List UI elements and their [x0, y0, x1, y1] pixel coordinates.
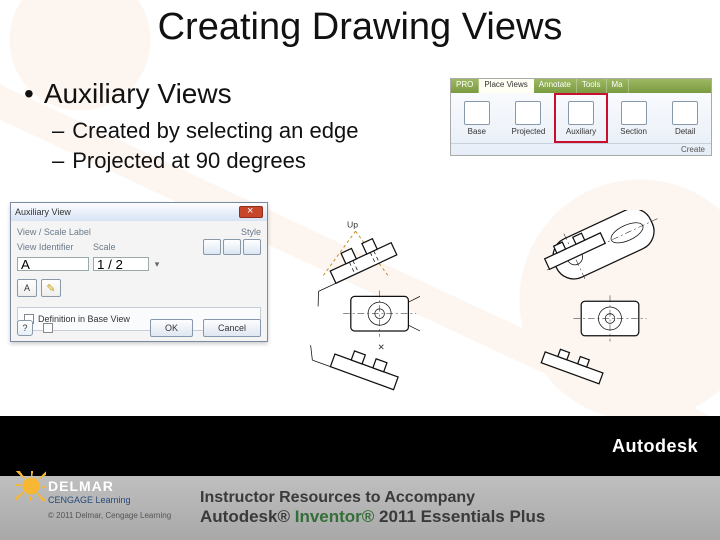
help-icon[interactable]: ? — [17, 320, 33, 336]
subbullet-edge: Created by selecting an edge — [52, 118, 358, 144]
edit-view-label-icon[interactable] — [41, 279, 61, 297]
footer-gray-bar: DELMAR CENGAGE Learning © 2011 Delmar, C… — [0, 476, 720, 540]
delmar-block: DELMAR CENGAGE Learning © 2011 Delmar, C… — [20, 475, 171, 520]
delmar-sun-icon — [20, 475, 42, 497]
label-up: Up — [347, 219, 358, 229]
dialog-title: Auxiliary View — [15, 207, 71, 217]
tab-place-views[interactable]: Place Views — [479, 79, 533, 93]
footer-line1: Instructor Resources to Accompany — [200, 489, 545, 507]
footer-black-bar: Autodesk — [0, 416, 720, 476]
footer-line2: Autodesk® Inventor® 2011 Essentials Plus — [200, 507, 545, 527]
footer-essentials: Essentials Plus — [421, 507, 546, 526]
view-identifier-input[interactable] — [17, 257, 89, 271]
footer-title-block: Instructor Resources to Accompany Autode… — [200, 489, 545, 527]
ribbon-btn-auxiliary[interactable]: Auxiliary — [554, 93, 608, 143]
ribbon-btn-projected[interactable]: Projected — [503, 93, 555, 143]
ribbon-label-projected: Projected — [511, 127, 545, 136]
ribbon-panel-name: Create — [451, 143, 711, 155]
autodesk-logo-text: Autodesk — [612, 436, 698, 457]
group-view-scale-label: View / Scale Label — [17, 227, 91, 237]
ribbon-tabs: PRO Place Views Annotate Tools Ma — [451, 79, 711, 93]
toggle-label-visibility-icon[interactable]: A — [17, 279, 37, 297]
tab-ma[interactable]: Ma — [607, 79, 629, 93]
copyright-text: © 2011 Delmar, Cengage Learning — [48, 511, 171, 520]
style-hidden-line-icon[interactable] — [203, 239, 221, 255]
ribbon-label-base: Base — [468, 127, 486, 136]
subbullet-90deg: Projected at 90 degrees — [52, 148, 306, 174]
label-scale: Scale — [93, 242, 133, 252]
style-hidden-removed-icon[interactable] — [223, 239, 241, 255]
scale-input[interactable] — [93, 257, 149, 271]
tab-annotate[interactable]: Annotate — [534, 79, 577, 93]
bullet-auxiliary-views: Auxiliary Views — [24, 78, 232, 110]
footer-autodesk-word: Autodesk® — [200, 507, 295, 526]
ribbon-label-detail: Detail — [675, 127, 695, 136]
style-shaded-icon[interactable] — [243, 239, 261, 255]
ribbon-label-auxiliary: Auxiliary — [566, 127, 596, 136]
dropdown-icon[interactable]: ▾ — [153, 259, 161, 270]
svg-text:✕: ✕ — [378, 342, 385, 352]
ribbon-label-section: Section — [620, 127, 647, 136]
ok-button[interactable]: OK — [150, 319, 193, 337]
footer-checkbox[interactable] — [43, 323, 53, 333]
tab-tools[interactable]: Tools — [577, 79, 607, 93]
ribbon-btn-section[interactable]: Section — [608, 93, 660, 143]
auxiliary-view-dialog: Auxiliary View View / Scale Label Style … — [10, 202, 268, 342]
ribbon-btn-detail[interactable]: Detail — [659, 93, 711, 143]
slide-title: Creating Drawing Views — [0, 6, 720, 49]
footer-inventor-word: Inventor® — [295, 507, 375, 526]
footer-year: 2011 — [374, 507, 420, 526]
ribbon-place-views: PRO Place Views Annotate Tools Ma Base P… — [450, 78, 712, 156]
label-style: Style — [241, 227, 261, 237]
tab-pro[interactable]: PRO — [451, 79, 479, 93]
close-icon[interactable] — [239, 206, 263, 218]
cengage-text: CENGAGE Learning — [48, 495, 171, 505]
cancel-button[interactable]: Cancel — [203, 319, 261, 337]
label-view-identifier: View Identifier — [17, 242, 89, 252]
drawing-illustrations: Up — [278, 210, 702, 402]
ribbon-btn-base[interactable]: Base — [451, 93, 503, 143]
delmar-name: DELMAR — [48, 478, 114, 494]
